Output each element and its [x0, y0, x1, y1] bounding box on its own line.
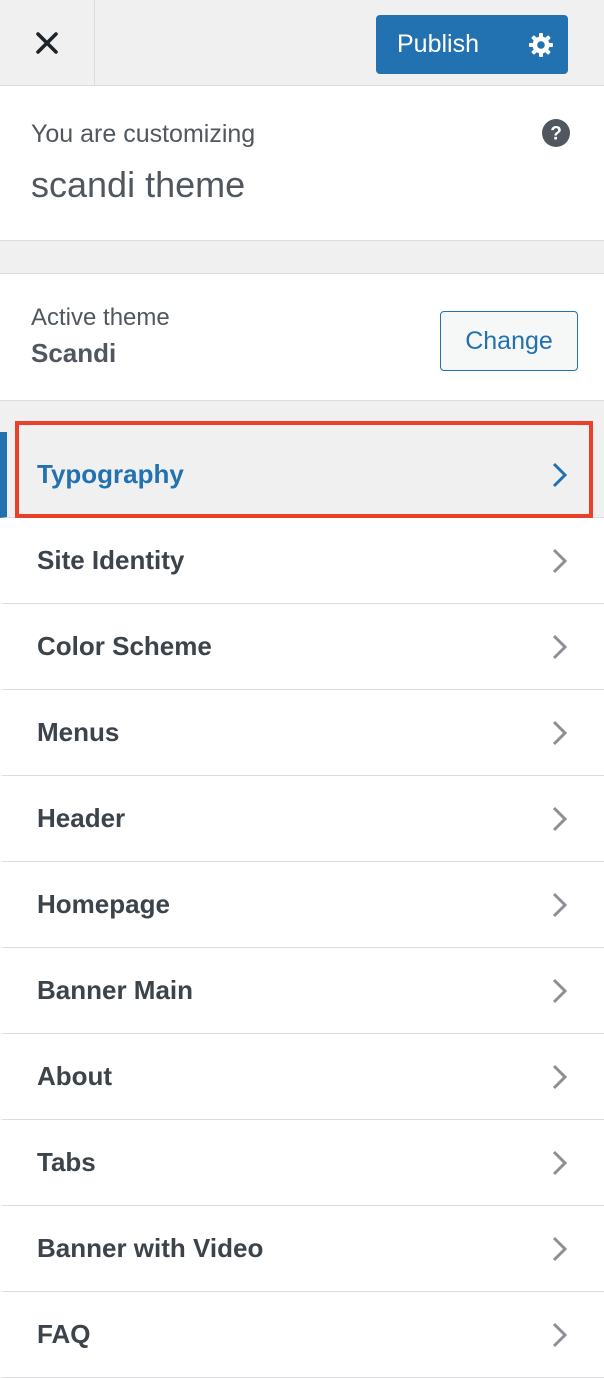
active-theme-name: Scandi	[31, 338, 117, 368]
chevron-right-icon	[552, 548, 568, 574]
section-label: Header	[37, 803, 126, 833]
chevron-right-icon	[552, 1064, 568, 1090]
section-label: Banner with Video	[37, 1233, 264, 1263]
section-header[interactable]: Header	[0, 776, 604, 862]
close-icon	[36, 32, 58, 54]
section-label: Homepage	[37, 889, 170, 919]
section-label: FAQ	[37, 1319, 91, 1349]
customizing-pre-title: You are customizing	[31, 120, 256, 148]
section-tabs[interactable]: Tabs	[0, 1120, 604, 1206]
publish-label: Publish	[397, 30, 479, 58]
section-label: Banner Main	[37, 975, 194, 1005]
change-theme-button[interactable]: Change	[440, 311, 578, 371]
active-theme-label: Active theme	[31, 304, 170, 331]
section-site-identity[interactable]: Site Identity	[0, 518, 604, 604]
chevron-right-icon	[552, 720, 568, 746]
section-about[interactable]: About	[0, 1034, 604, 1120]
chevron-right-icon	[552, 1322, 568, 1348]
customizer-header: Publish	[0, 0, 604, 86]
customizer-sections-list: Typography Site Identity Color Scheme Me…	[0, 432, 604, 1378]
active-theme-section: Active theme Scandi Change	[0, 273, 604, 401]
close-button[interactable]	[0, 0, 95, 86]
publish-settings-button[interactable]	[514, 32, 568, 58]
section-label: Site Identity	[37, 545, 185, 575]
chevron-right-icon	[552, 462, 568, 488]
chevron-right-icon	[552, 806, 568, 832]
chevron-right-icon	[552, 892, 568, 918]
chevron-right-icon	[552, 978, 568, 1004]
section-label: About	[37, 1061, 113, 1091]
chevron-right-icon	[552, 634, 568, 660]
section-typography[interactable]: Typography	[0, 432, 604, 518]
section-label: Menus	[37, 717, 120, 747]
section-color-scheme[interactable]: Color Scheme	[0, 604, 604, 690]
customizing-info: You are customizing scandi theme ?	[0, 86, 604, 241]
section-label: Typography	[37, 459, 184, 489]
chevron-right-icon	[552, 1150, 568, 1176]
svg-text:?: ?	[550, 124, 562, 145]
section-menus[interactable]: Menus	[0, 690, 604, 776]
section-banner-main[interactable]: Banner Main	[0, 948, 604, 1034]
customizing-title: scandi theme	[31, 164, 246, 205]
section-faq[interactable]: FAQ	[0, 1292, 604, 1378]
chevron-right-icon	[552, 1236, 568, 1262]
publish-button[interactable]: Publish	[376, 15, 568, 74]
section-label: Tabs	[37, 1147, 96, 1177]
section-banner-with-video[interactable]: Banner with Video	[0, 1206, 604, 1292]
gear-icon	[529, 32, 553, 57]
help-icon[interactable]: ?	[541, 118, 571, 148]
section-label: Color Scheme	[37, 631, 212, 661]
section-homepage[interactable]: Homepage	[0, 862, 604, 948]
